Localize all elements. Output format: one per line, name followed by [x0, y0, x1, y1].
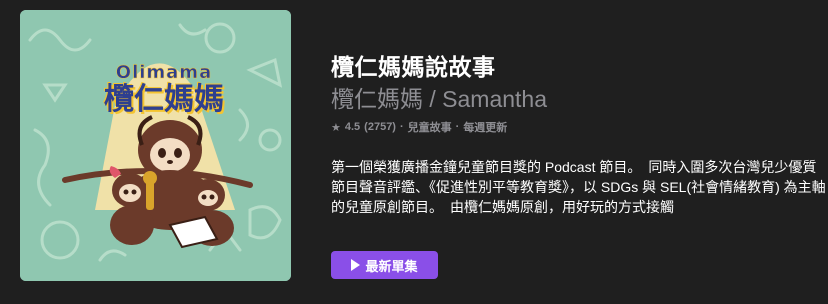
update-frequency: 每週更新 — [463, 122, 508, 134]
meta-separator: · — [399, 121, 404, 133]
meta-separator: · — [455, 121, 460, 133]
podcast-author-link[interactable]: 欖仁媽媽 / Samantha — [331, 84, 828, 114]
podcast-title: 欖仁媽媽說故事 — [331, 54, 496, 80]
play-button-label: 最新單集 — [365, 258, 418, 274]
category-link[interactable]: 兒童故事 — [408, 119, 452, 135]
description-fade — [794, 197, 828, 217]
podcast-artwork: Olimama 欖仁媽媽 — [20, 10, 291, 281]
podcast-meta: ★ 4.5 (2757) · 兒童故事 · 每週更新 — [331, 119, 828, 135]
rating-value: 4.5 — [344, 121, 361, 133]
play-icon — [351, 259, 361, 271]
star-icon: ★ — [331, 121, 341, 134]
podcast-info: 欖仁媽媽說故事 欖仁媽媽 / Samantha ★ 4.5 (2757) · 兒… — [331, 52, 828, 217]
description-text: 第一個榮獲廣播金鐘兒童節目獎的 Podcast 節目。 同時入圍多次台灣兒少優質… — [331, 159, 826, 215]
play-latest-episode-button[interactable]: 最新單集 — [331, 251, 438, 279]
artwork-illustration — [20, 10, 291, 281]
podcast-description[interactable]: 第一個榮獲廣播金鐘兒童節目獎的 Podcast 節目。 同時入圍多次台灣兒少優質… — [331, 157, 828, 217]
rating-count: (2757) — [364, 121, 396, 133]
